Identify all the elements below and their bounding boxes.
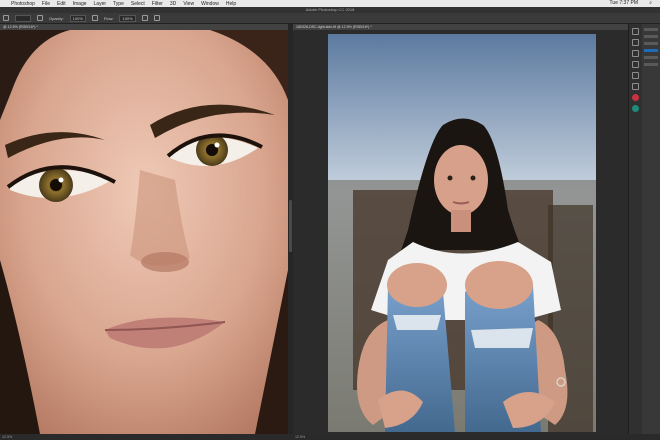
tool-options-bar: Opacity: 100% Flow: 100% [0,13,660,24]
splitter-grip[interactable] [289,200,292,252]
menu-item-image[interactable]: Image [73,1,87,7]
plugin-red-icon[interactable] [632,94,639,101]
menu-item-window[interactable]: Window [201,1,219,7]
status-bar: 12.5% 12.5% [0,434,660,440]
opacity-label: Opacity: [49,15,64,21]
plugin-teal-icon[interactable] [632,105,639,112]
adjustments-panel-icon[interactable] [632,50,639,57]
left-zoom-readout[interactable]: 12.5% [2,434,12,440]
paths-panel-icon[interactable] [632,61,639,68]
menu-item-photoshop[interactable]: Photoshop [11,1,35,7]
panel-row[interactable] [644,63,658,66]
properties-panel-icon[interactable] [632,39,639,46]
menu-bar: Photoshop File Edit Image Layer Type Sel… [0,0,660,7]
portrait-image [328,34,596,432]
layers-panel[interactable] [642,24,660,434]
panels-dock [628,24,660,434]
flow-field[interactable]: 100% [119,14,136,22]
face-closeup-image [0,30,288,434]
right-zoom-readout[interactable]: 12.5% [295,434,305,440]
canvas-right[interactable] [293,30,628,434]
brush-panel-icon[interactable] [37,15,43,21]
brush-size-field[interactable] [15,14,31,22]
panel-row[interactable] [644,42,658,45]
flow-label: Flow: [103,15,114,21]
pressure-opacity-icon[interactable] [91,15,98,21]
panel-row-selected[interactable] [644,49,658,52]
menu-item-select[interactable]: Select [131,1,145,7]
menu-item-edit[interactable]: Edit [57,1,66,7]
menu-item-3d[interactable]: 3D [170,1,176,7]
menubar-clock: Tue 7:37 PM [609,0,638,6]
brush-preset-icon[interactable] [3,15,9,21]
history-panel-icon[interactable] [632,28,639,35]
menu-item-layer[interactable]: Layer [94,1,107,7]
panel-icon-strip [630,28,641,112]
panel-row[interactable] [644,35,658,38]
menu-item-filter[interactable]: Filter [152,1,163,7]
panel-row[interactable] [644,56,658,59]
spotlight-search-icon[interactable]: ⌕ [649,0,652,7]
play-action-icon[interactable] [632,83,639,90]
menu-item-type[interactable]: Type [113,1,124,7]
airbrush-icon[interactable] [141,15,148,21]
menu-item-view[interactable]: View [183,1,194,7]
menu-item-file[interactable]: File [42,1,50,7]
canvas-left[interactable] [0,30,288,434]
pressure-size-icon[interactable] [153,15,160,21]
menu-item-help[interactable]: Help [226,1,236,7]
actions-panel-icon[interactable] [632,72,639,79]
panel-row[interactable] [644,28,658,31]
opacity-field[interactable]: 100% [69,14,86,22]
